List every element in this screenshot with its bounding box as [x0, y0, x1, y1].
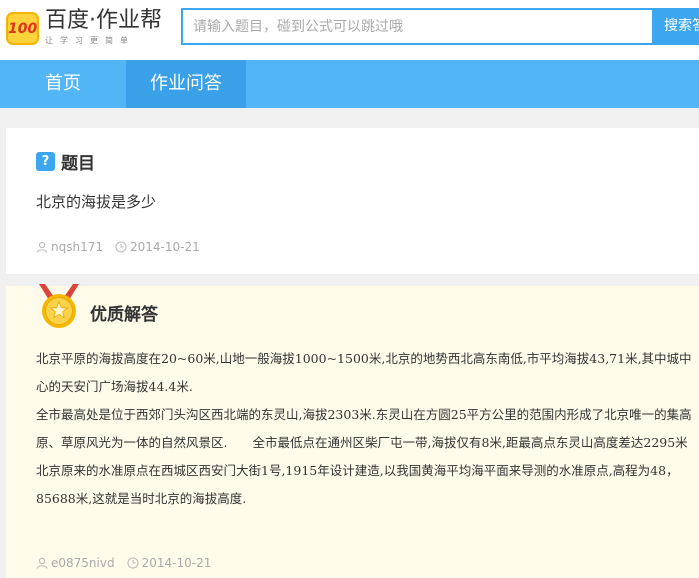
- answer-label: 优质解答: [90, 305, 158, 325]
- user-icon: [36, 241, 48, 253]
- medal-icon: [39, 284, 79, 328]
- logo[interactable]: 100 百度·作业帮 让学习更简单: [6, 8, 162, 48]
- nav-item-homework-qa[interactable]: 作业问答: [126, 60, 246, 108]
- question-user[interactable]: nqsh171: [51, 240, 103, 254]
- main-nav: 首页 作业问答: [0, 60, 699, 108]
- answer-body: 北京平原的海拔高度在20~60米,山地一般海拔1000~1500米,北京的地势西…: [36, 345, 696, 513]
- logo-badge-icon: 100: [6, 12, 39, 45]
- answer-user[interactable]: e0875nivd: [51, 556, 115, 570]
- answer-date: 2014-10-21: [141, 556, 212, 570]
- header: 100 百度·作业帮 让学习更简单 搜索答案: [0, 0, 699, 60]
- answer-paragraph: 全市最高处是位于西郊门头沟区西北端的东灵山,海拔2303米.东灵山在方圆25平方…: [36, 407, 692, 450]
- question-label: 题目: [61, 154, 95, 174]
- question-text: 北京的海拔是多少: [36, 193, 157, 211]
- answer-paragraph: 北京原来的水准原点在西城区西安门大街1号,1915年设计建造,以我国黄海平均海平…: [36, 463, 679, 506]
- answer-meta: e0875nivd 2014-10-21: [36, 556, 211, 570]
- question-icon: ?: [36, 152, 55, 171]
- question-heading: ? 题目: [36, 149, 95, 174]
- logo-badge-text: 100: [8, 21, 38, 37]
- clock-icon: [115, 241, 127, 253]
- answer-card: 优质解答 北京平原的海拔高度在20~60米,山地一般海拔1000~1500米,北…: [6, 284, 699, 578]
- nav-item-home[interactable]: 首页: [0, 60, 126, 108]
- search-box: [181, 8, 652, 45]
- search-button[interactable]: 搜索答案: [652, 8, 699, 45]
- user-icon: [36, 557, 48, 569]
- answer-paragraph: 北京平原的海拔高度在20~60米,山地一般海拔1000~1500米,北京的地势西…: [36, 351, 692, 394]
- question-card: ? 题目 北京的海拔是多少 nqsh171 2014-10-21: [6, 128, 699, 274]
- search-input[interactable]: [183, 10, 652, 43]
- question-meta: nqsh171 2014-10-21: [36, 240, 200, 254]
- logo-text: 百度·作业帮 让学习更简单: [45, 8, 162, 46]
- logo-slogan: 让学习更简单: [45, 36, 135, 45]
- question-date: 2014-10-21: [129, 240, 200, 254]
- clock-icon: [127, 557, 139, 569]
- logo-title: 百度·作业帮: [45, 8, 162, 33]
